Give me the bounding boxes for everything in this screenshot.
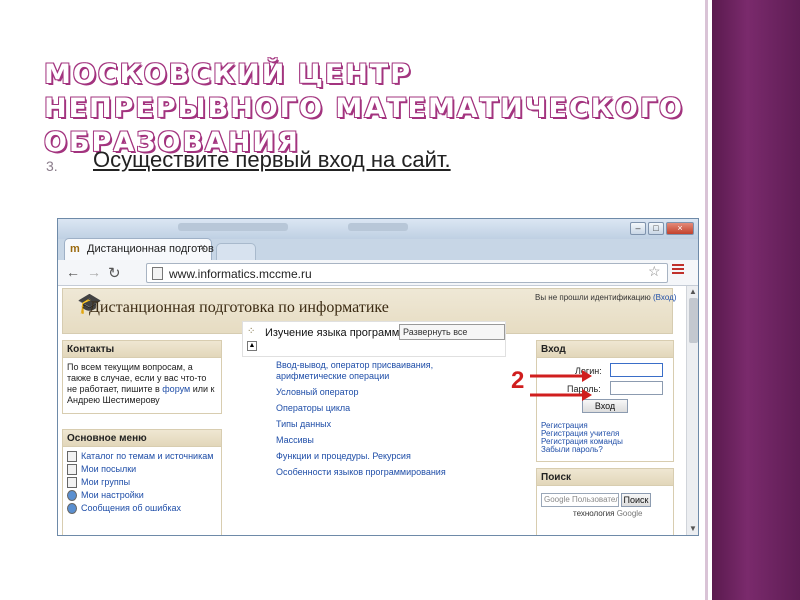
- globe-icon: [67, 490, 77, 501]
- page-icon: [152, 267, 163, 280]
- search-input[interactable]: Google Пользовательский поиск: [541, 493, 619, 507]
- login-status: Вы не прошли идентификацию (Вход): [535, 293, 676, 302]
- page-content: 🎓 Дистанционная подготовка по информатик…: [58, 286, 686, 535]
- menu-item-catalog[interactable]: Каталог по темам и источникам: [67, 451, 217, 462]
- main-menu-heading: Основное меню: [63, 430, 221, 447]
- browser-window: – □ × m Дистанционная подготов × ← → ↻ w…: [57, 218, 699, 536]
- address-bar[interactable]: www.informatics.mccme.ru: [146, 263, 668, 283]
- forgot-password-link[interactable]: Забыли пароль?: [541, 446, 623, 454]
- reload-icon[interactable]: ↻: [108, 264, 121, 282]
- course-topic-link[interactable]: Особенности языков программирования: [276, 467, 506, 478]
- window-titlebar: – □ ×: [58, 219, 698, 239]
- registration-links: Регистрация Регистрация учителя Регистра…: [541, 422, 623, 454]
- course-topic-link[interactable]: Функции и процедуры. Рекурсия: [276, 451, 506, 462]
- site-title: Дистанционная подготовка по информатике: [89, 299, 389, 316]
- scroll-up-icon[interactable]: ▲: [689, 287, 697, 296]
- blurred-title-2: [348, 223, 408, 231]
- course-topic-link[interactable]: Условный оператор: [276, 387, 506, 398]
- decor-strip: [712, 0, 800, 600]
- course-section: ⁘ Изучение языка программирования (0) ▲ …: [242, 321, 506, 357]
- back-arrow-icon[interactable]: ←: [66, 264, 80, 280]
- url-text: www.informatics.mccme.ru: [169, 267, 312, 281]
- arrow-icon: [530, 370, 592, 382]
- course-topic-link[interactable]: Массивы: [276, 435, 506, 446]
- bullet-text: Осуществите первый вход на сайт.: [93, 147, 451, 172]
- decor-divider: [705, 0, 708, 600]
- forum-link[interactable]: форум: [162, 384, 190, 394]
- menu-item-label[interactable]: Сообщения об ошибках: [81, 503, 181, 514]
- contacts-block: Контакты По всем текущим вопросам, а так…: [62, 340, 222, 414]
- tab-close-icon[interactable]: ×: [200, 242, 206, 254]
- login-link[interactable]: (Вход): [653, 293, 676, 302]
- course-topic-link[interactable]: Операторы цикла: [276, 403, 506, 414]
- menu-item-groups[interactable]: Мои группы: [67, 477, 217, 488]
- login-field[interactable]: [610, 363, 663, 377]
- annotation-arrows: [530, 370, 592, 401]
- google-logo-small: Google: [616, 509, 643, 518]
- document-icon: [67, 451, 77, 462]
- vertical-scrollbar[interactable]: ▲ ▼: [686, 286, 698, 535]
- site-favicon-icon: m: [70, 243, 80, 255]
- login-heading: Вход: [537, 341, 673, 358]
- blurred-title: [178, 223, 288, 231]
- tab-active[interactable]: m Дистанционная подготов ×: [64, 238, 214, 260]
- course-topic-list: Ввод-вывод, оператор присваивания, арифм…: [276, 360, 506, 483]
- menu-item-settings[interactable]: Мои настройки: [67, 490, 217, 501]
- expand-all-tooltip[interactable]: Развернуть все: [399, 324, 505, 340]
- collapse-icon[interactable]: ▲: [247, 341, 257, 351]
- course-topic-link[interactable]: Типы данных: [276, 419, 506, 430]
- scroll-thumb[interactable]: [689, 298, 698, 343]
- scroll-down-icon[interactable]: ▼: [689, 524, 697, 533]
- password-field[interactable]: [610, 381, 663, 395]
- google-logo: Google: [544, 495, 570, 504]
- slide-title: Московский центр непрерывного математиче…: [44, 59, 684, 158]
- powered-by: технология Google: [573, 509, 643, 518]
- powered-by-text: технология: [573, 509, 615, 518]
- course-icon: ⁘: [247, 326, 256, 337]
- contacts-heading: Контакты: [63, 341, 221, 358]
- forward-arrow-icon[interactable]: →: [87, 264, 101, 280]
- document-icon: [67, 464, 77, 475]
- minimize-button[interactable]: –: [630, 222, 646, 235]
- bookmark-star-icon[interactable]: ☆: [648, 263, 661, 280]
- maximize-button[interactable]: □: [648, 222, 664, 235]
- menu-item-label[interactable]: Каталог по темам и источникам: [81, 451, 213, 462]
- login-status-text: Вы не прошли идентификацию: [535, 293, 651, 302]
- arrow-icon: [530, 389, 592, 401]
- contacts-body: По всем текущим вопросам, а также в случ…: [63, 358, 221, 410]
- new-tab-button[interactable]: [216, 243, 256, 260]
- menu-item-label[interactable]: Мои группы: [81, 477, 130, 488]
- search-heading: Поиск: [537, 469, 673, 486]
- annotation-number: 2: [511, 367, 525, 394]
- menu-item-label[interactable]: Мои настройки: [81, 490, 144, 501]
- course-topic-link[interactable]: Ввод-вывод, оператор присваивания, арифм…: [276, 360, 506, 382]
- search-placeholder: Пользовательский поиск: [572, 495, 618, 504]
- menu-item-submissions[interactable]: Мои посылки: [67, 464, 217, 475]
- menu-item-bug-reports[interactable]: Сообщения об ошибках: [67, 503, 217, 514]
- close-button[interactable]: ×: [666, 222, 694, 235]
- bullet-number: 3.: [46, 158, 58, 174]
- main-menu-body: Каталог по темам и источникам Мои посылк…: [63, 447, 221, 520]
- browser-toolbar: ← → ↻ www.informatics.mccme.ru ☆: [58, 260, 698, 286]
- tab-title: Дистанционная подготов: [87, 243, 214, 255]
- search-block: Поиск Google Пользовательский поиск Поис…: [536, 468, 674, 535]
- globe-icon: [67, 503, 77, 514]
- menu-item-label[interactable]: Мои посылки: [81, 464, 136, 475]
- browser-menu-icon[interactable]: [672, 264, 684, 276]
- main-menu-block: Основное меню Каталог по темам и источни…: [62, 429, 222, 535]
- document-icon: [67, 477, 77, 488]
- search-button[interactable]: Поиск: [621, 493, 651, 507]
